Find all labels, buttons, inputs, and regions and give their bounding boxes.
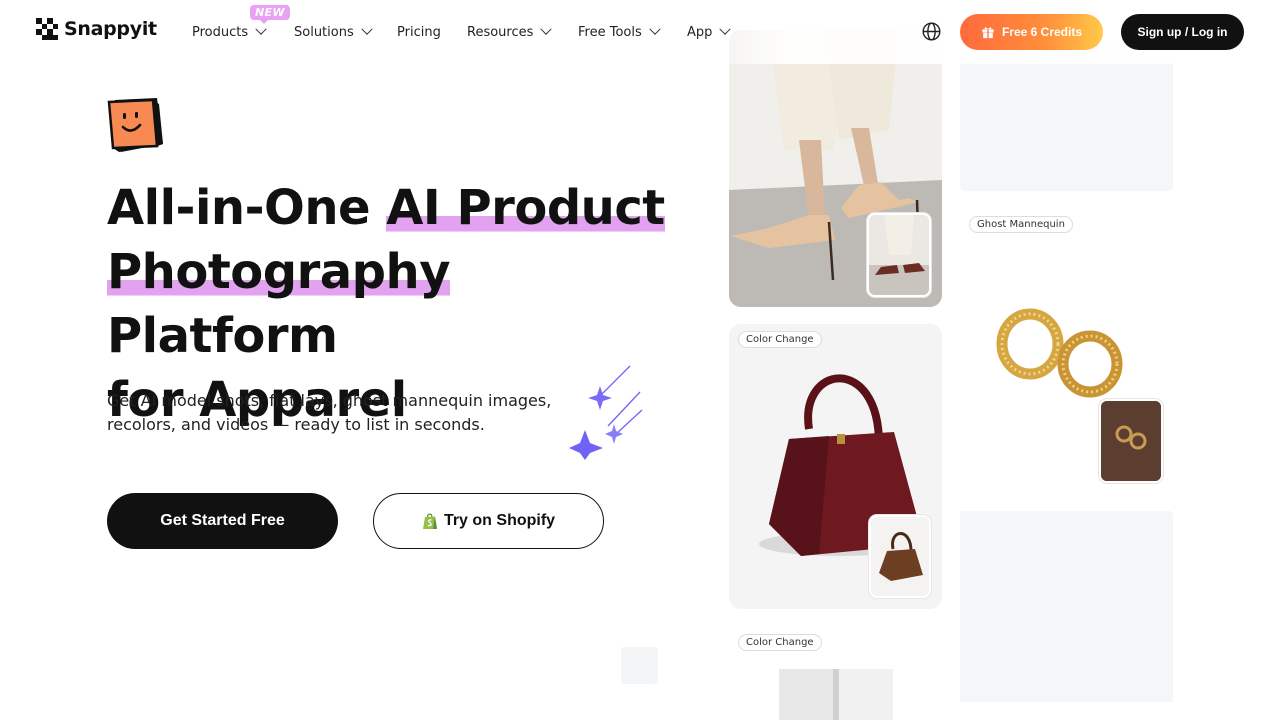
logo-icon [36,18,58,40]
gallery-card-color-change[interactable]: Color Change [729,627,942,720]
chevron-down-icon [719,23,732,35]
gift-icon [982,27,994,39]
gallery-card-earrings[interactable]: Ghost Mannequin [960,209,1173,494]
heels-thumbnail [867,213,931,297]
nav-item-solutions[interactable]: Solutions [294,22,397,42]
top-nav: Snappyit Products NEW Solutions Pricing … [0,0,1280,64]
nav-item-pricing[interactable]: Pricing [397,22,467,42]
gallery-card-handbag[interactable]: Color Change [729,324,942,609]
nav-item-app[interactable]: App [687,22,747,42]
sparkle-stars-icon [569,365,643,460]
main-menu: Products NEW Solutions Pricing Resources… [192,5,747,42]
card-tag: Color Change [738,331,822,348]
heels-thumbnail-photo [869,215,929,295]
handbag-thumbnail-photo [871,517,929,596]
card-tag: Color Change [738,634,822,651]
nav-item-label: Pricing [397,24,441,40]
earrings-thumbnail [1099,399,1163,483]
handbag-thumbnail [869,515,931,598]
gallery-card-placeholder-bottom[interactable] [960,511,1173,702]
brand-name: Snappyit [64,18,157,40]
nav-item-label: Resources [467,24,534,40]
headline-part: All-in-One [107,180,387,236]
card-tag: Ghost Mannequin [969,216,1073,233]
new-badge: NEW [250,5,290,24]
placeholder-square [621,647,658,684]
hero-subtitle: Get AI model shots, flat lays, ghost man… [107,391,552,434]
nav-item-resources[interactable]: Resources [467,22,578,42]
nav-item-label: Products [192,24,249,40]
chevron-down-icon [649,23,661,35]
get-started-button[interactable]: Get Started Free [107,493,338,549]
nav-item-label: Solutions [294,24,354,40]
gallery-card-heels[interactable] [729,30,942,307]
nav-item-products[interactable]: Products NEW [192,5,294,42]
nav-item-label: App [687,24,713,40]
try-shopify-button[interactable]: Try on Shopify [373,493,604,549]
chevron-down-icon [255,23,267,35]
nav-item-free-tools[interactable]: Free Tools [578,22,687,42]
chevron-down-icon [540,23,553,35]
nav-item-label: Free Tools [578,24,642,40]
credits-label: Free 6 Credits [1001,25,1083,39]
brand-logo[interactable]: Snappyit [36,18,157,40]
shopify-button-label: Try on Shopify [443,512,556,529]
headline-part: Platform [107,308,338,364]
mascot-cube-icon [107,98,163,152]
chevron-down-icon [361,23,373,35]
free-credits-button[interactable]: Free 6 Credits [960,14,1103,50]
headline-highlight: AI Product [386,180,665,236]
signup-login-button[interactable]: Sign up / Log in [1121,14,1244,50]
globe-icon[interactable] [921,21,942,42]
earrings-thumbnail-photo [1101,401,1161,481]
shopify-bag-icon [422,513,437,529]
headline-highlight: Photography [107,244,451,300]
